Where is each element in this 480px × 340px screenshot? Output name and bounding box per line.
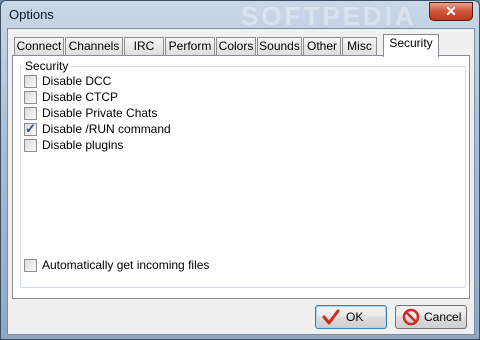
tab-other[interactable]: Other — [303, 37, 341, 56]
tab-connect[interactable]: Connect — [14, 37, 64, 56]
options-window: SOFTPEDIA Options ✕ Connect Channels IRC… — [0, 0, 480, 340]
auto-get-incoming-label: Automatically get incoming files — [42, 258, 210, 272]
disable-ctcp-checkbox[interactable] — [24, 91, 37, 104]
no-entry-icon — [402, 308, 420, 326]
auto-get-incoming-checkbox[interactable] — [24, 259, 37, 272]
window-title: Options — [9, 7, 54, 22]
disable-dcc-label: Disable DCC — [42, 74, 112, 88]
tab-perform[interactable]: Perform — [165, 37, 215, 56]
checkmark-icon — [322, 309, 340, 325]
tab-irc[interactable]: IRC — [124, 37, 164, 56]
title-bar[interactable]: SOFTPEDIA Options ✕ — [1, 1, 479, 31]
security-group-label: Security — [23, 59, 71, 73]
disable-run-command-label: Disable /RUN command — [42, 122, 171, 136]
disable-run-command-checkbox[interactable]: ✓ — [24, 121, 37, 136]
tab-sounds[interactable]: Sounds — [257, 37, 302, 56]
disable-ctcp-label: Disable CTCP — [42, 90, 119, 104]
cancel-button[interactable]: Cancel — [395, 305, 467, 329]
tab-colors[interactable]: Colors — [216, 37, 256, 56]
tab-security[interactable]: Security — [383, 34, 439, 57]
checkmark-icon: ✓ — [25, 121, 36, 136]
close-icon: ✕ — [445, 3, 457, 19]
disable-plugins-checkbox[interactable] — [24, 139, 37, 152]
close-button[interactable]: ✕ — [429, 2, 473, 21]
tab-misc[interactable]: Misc — [342, 37, 377, 56]
disable-private-chats-checkbox[interactable] — [24, 107, 37, 120]
ok-label: OK — [346, 310, 364, 324]
tab-strip: Connect Channels IRC Perform Colors Soun… — [12, 34, 472, 57]
disable-private-chats-label: Disable Private Chats — [42, 106, 158, 120]
ok-button[interactable]: OK — [315, 305, 387, 329]
dialog-client-area: Connect Channels IRC Perform Colors Soun… — [7, 28, 475, 335]
disable-dcc-checkbox[interactable] — [24, 75, 37, 88]
disable-plugins-label: Disable plugins — [42, 138, 124, 152]
security-tab-panel: Security Disable DCC Disable CTCP Disabl… — [12, 55, 470, 299]
tab-channels[interactable]: Channels — [65, 37, 123, 56]
cancel-label: Cancel — [424, 310, 462, 324]
